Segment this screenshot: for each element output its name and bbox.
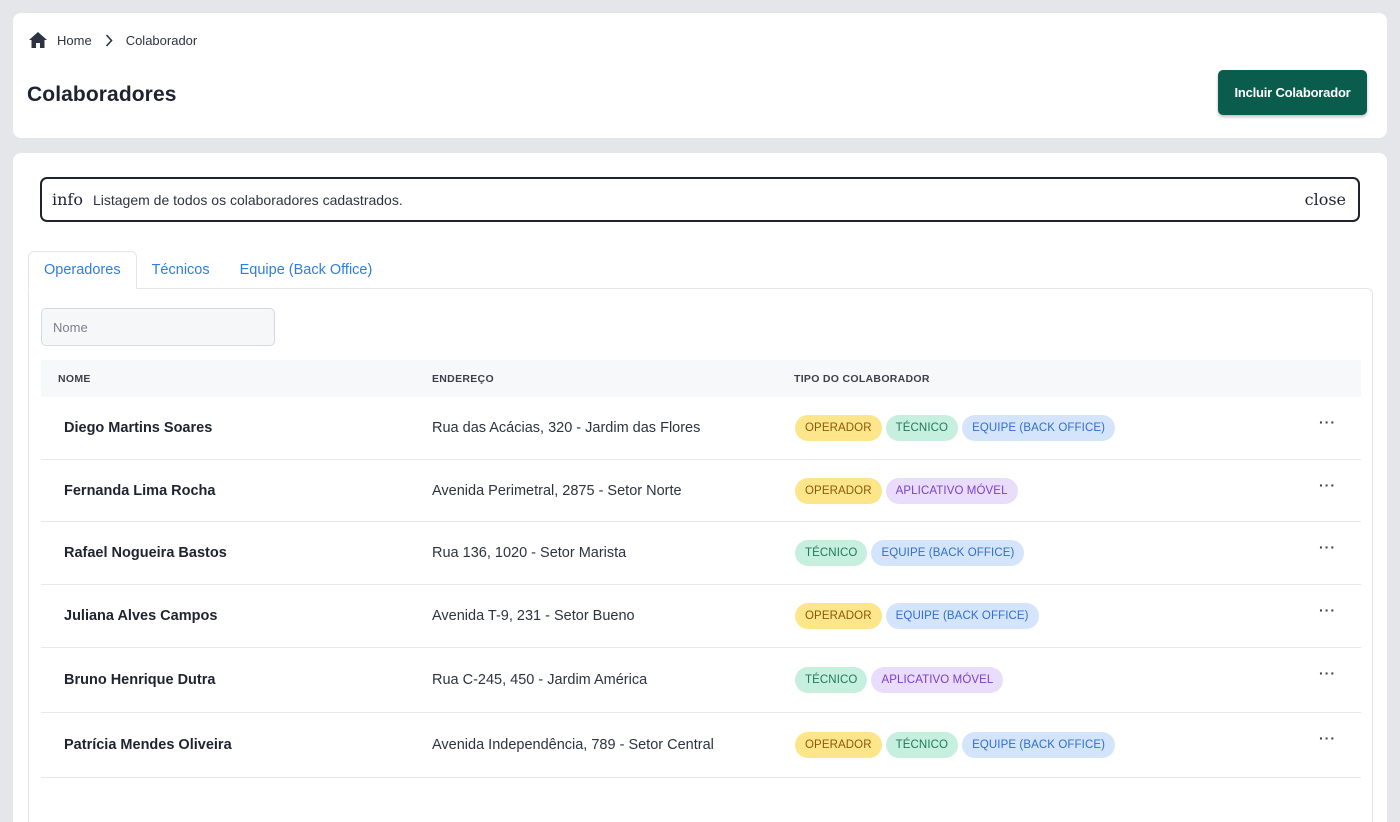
badge-operador: OPERADOR bbox=[795, 415, 882, 441]
badge-aplicativo-movel: APLICATIVO MÓVEL bbox=[885, 477, 1018, 504]
tab-panel: NOME ENDEREÇO TIPO DO COLABORADOR Diego … bbox=[28, 288, 1373, 822]
table-row[interactable]: Diego Martins Soares Rua das Acácias, 320… bbox=[41, 397, 1361, 460]
tab-equipe-back-office[interactable]: Equipe (Back Office) bbox=[225, 251, 388, 289]
badge-operador: OPERADOR bbox=[795, 477, 882, 504]
row-types: OPERADOR TÉCNICO EQUIPE (BACK OFFICE) bbox=[795, 732, 1116, 758]
breadcrumb-current: Colaborador bbox=[125, 32, 198, 48]
row-address: Avenida Independência, 789 - Setor Centr… bbox=[432, 737, 714, 753]
badge-equipe-back-office: EQUIPE (BACK OFFICE) bbox=[885, 603, 1039, 629]
badge-operador: OPERADOR bbox=[795, 732, 882, 758]
column-header-type: TIPO DO COLABORADOR bbox=[794, 372, 930, 385]
table-row[interactable]: Bruno Henrique Dutra Rua C-245, 450 - Jar… bbox=[41, 648, 1361, 713]
row-name: Diego Martins Soares bbox=[64, 420, 213, 436]
more-options-icon[interactable]: ··· bbox=[1319, 666, 1336, 680]
more-options-icon[interactable]: ··· bbox=[1319, 415, 1336, 429]
row-types: TÉCNICO APLICATIVO MÓVEL bbox=[795, 667, 1004, 693]
badge-equipe-back-office: EQUIPE (BACK OFFICE) bbox=[962, 732, 1116, 758]
chevron-right-icon bbox=[105, 33, 113, 47]
info-icon: info bbox=[52, 190, 83, 209]
badge-equipe-back-office: EQUIPE (BACK OFFICE) bbox=[962, 415, 1116, 441]
badge-tecnico: TÉCNICO bbox=[885, 732, 959, 758]
row-types: OPERADOR EQUIPE (BACK OFFICE) bbox=[795, 603, 1039, 629]
table-body: Diego Martins Soares Rua das Acácias, 320… bbox=[41, 397, 1361, 778]
table-row[interactable]: Juliana Alves Campos Avenida T-9, 231 - S… bbox=[41, 585, 1361, 648]
row-types: OPERADOR TÉCNICO EQUIPE (BACK OFFICE) bbox=[795, 415, 1116, 441]
row-address: Avenida Perimetral, 2875 - Setor Norte bbox=[432, 482, 682, 499]
more-options-icon[interactable]: ··· bbox=[1319, 603, 1336, 617]
row-address: Avenida T-9, 231 - Setor Bueno bbox=[432, 608, 635, 624]
tabs: Operadores Técnicos Equipe (Back Office) bbox=[28, 251, 387, 289]
row-types: OPERADOR APLICATIVO MÓVEL bbox=[795, 477, 1018, 504]
row-name: Fernanda Lima Rocha bbox=[64, 482, 216, 499]
table-row[interactable]: Patrícia Mendes Oliveira Avenida Independ… bbox=[41, 713, 1361, 778]
row-types: TÉCNICO EQUIPE (BACK OFFICE) bbox=[795, 540, 1025, 566]
add-collaborator-button[interactable]: Incluir Colaborador bbox=[1218, 70, 1367, 115]
close-icon[interactable]: close bbox=[1305, 190, 1346, 209]
row-address: Rua 136, 1020 - Setor Marista bbox=[432, 545, 627, 561]
info-alert: info Listagem de todos os colaboradores … bbox=[40, 177, 1360, 222]
main-content: info Listagem de todos os colaboradores … bbox=[13, 153, 1387, 822]
table-row[interactable]: Rafael Nogueira Bastos Rua 136, 1020 - Se… bbox=[41, 522, 1361, 585]
badge-tecnico: TÉCNICO bbox=[795, 540, 868, 566]
tab-operadores[interactable]: Operadores bbox=[28, 251, 137, 289]
breadcrumb: Home Colaborador bbox=[28, 31, 197, 49]
page-header: Home Colaborador Colaboradores Incluir C… bbox=[13, 13, 1387, 138]
column-header-name: NOME bbox=[58, 372, 91, 385]
badge-equipe-back-office: EQUIPE (BACK OFFICE) bbox=[871, 540, 1025, 566]
row-name: Bruno Henrique Dutra bbox=[64, 672, 216, 688]
row-name: Juliana Alves Campos bbox=[64, 608, 218, 624]
table-header: NOME ENDEREÇO TIPO DO COLABORADOR bbox=[41, 360, 1361, 397]
badge-tecnico: TÉCNICO bbox=[885, 415, 959, 441]
more-options-icon[interactable]: ··· bbox=[1319, 731, 1336, 745]
table-row[interactable]: Fernanda Lima Rocha Avenida Perimetral, 2… bbox=[41, 460, 1361, 522]
badge-tecnico: TÉCNICO bbox=[795, 667, 868, 693]
breadcrumb-home[interactable]: Home bbox=[57, 33, 92, 48]
page-title: Colaboradores bbox=[27, 83, 177, 106]
more-options-icon[interactable]: ··· bbox=[1319, 540, 1336, 554]
row-address: Rua das Acácias, 320 - Jardim das Flores bbox=[432, 420, 701, 436]
row-address: Rua C-245, 450 - Jardim América bbox=[432, 672, 648, 688]
column-header-address: ENDEREÇO bbox=[432, 372, 494, 385]
badge-aplicativo-movel: APLICATIVO MÓVEL bbox=[871, 667, 1004, 693]
tab-tecnicos[interactable]: Técnicos bbox=[137, 251, 225, 289]
more-options-icon[interactable]: ··· bbox=[1319, 478, 1336, 492]
row-name: Patrícia Mendes Oliveira bbox=[64, 737, 232, 753]
search-input[interactable] bbox=[41, 308, 275, 346]
info-alert-text: Listagem de todos os colaboradores cadas… bbox=[92, 191, 403, 208]
badge-operador: OPERADOR bbox=[795, 603, 882, 629]
collaborators-table: NOME ENDEREÇO TIPO DO COLABORADOR Diego … bbox=[41, 360, 1361, 778]
home-icon[interactable] bbox=[28, 31, 48, 49]
row-name: Rafael Nogueira Bastos bbox=[64, 545, 227, 561]
